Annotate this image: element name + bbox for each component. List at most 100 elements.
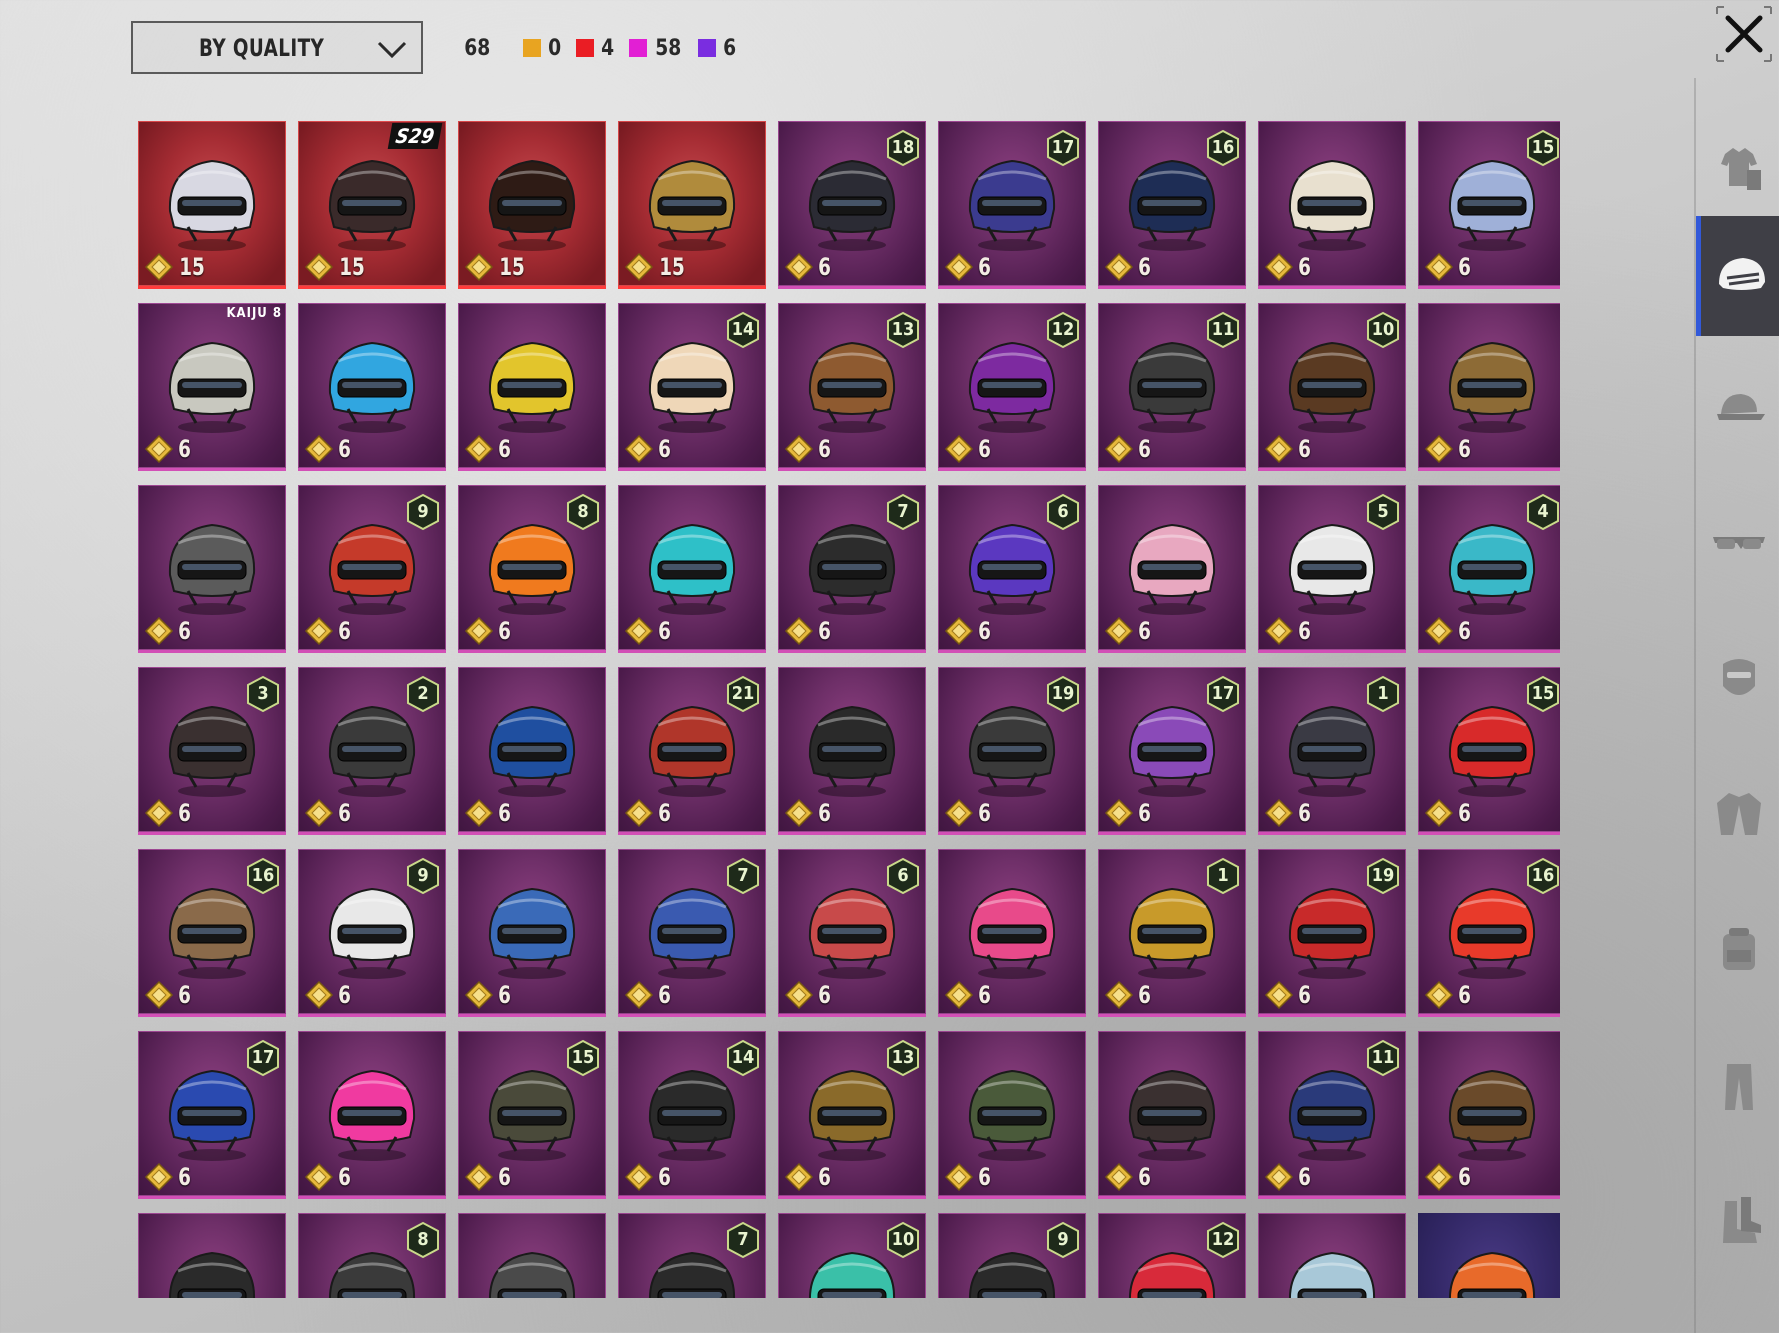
helmet-item-tile[interactable]: 16	[1098, 849, 1246, 1017]
item-price: 6	[1104, 434, 1152, 464]
helmet-item-tile[interactable]	[1418, 1213, 1560, 1298]
helmet-item-tile[interactable]: 14 6	[618, 1031, 766, 1199]
currency-icon	[304, 798, 334, 828]
category-tab-hat[interactable]	[1696, 348, 1779, 468]
helmet-item-tile[interactable]: 10	[778, 1213, 926, 1298]
hat-icon	[1716, 394, 1765, 420]
helmet-item-tile[interactable]: 15 6	[458, 1031, 606, 1199]
close-icon[interactable]	[1714, 4, 1774, 64]
helmet-item-tile[interactable]: 11 6	[1098, 303, 1246, 471]
helmet-item-tile[interactable]: 7	[618, 1213, 766, 1298]
helmet-item-tile[interactable]: 6	[778, 667, 926, 835]
helmet-item-tile[interactable]: 8	[298, 1213, 446, 1298]
currency-icon	[1424, 1162, 1454, 1192]
helmet-item-tile[interactable]: 76	[778, 485, 926, 653]
helmet-item-tile[interactable]: 13 6	[778, 303, 926, 471]
helmet-item-tile[interactable]	[458, 1213, 606, 1298]
category-tab-outfit[interactable]	[1696, 108, 1779, 228]
helmet-item-tile[interactable]: 96	[298, 849, 446, 1017]
item-price: 6	[304, 434, 352, 464]
helmet-item-tile[interactable]: 14 6	[618, 303, 766, 471]
helmet-item-tile[interactable]: S29 15	[298, 121, 446, 289]
helmet-item-tile[interactable]: KAIJU 8 6	[138, 303, 286, 471]
helmet-item-tile[interactable]	[1258, 1213, 1406, 1298]
item-price: 6	[1104, 980, 1152, 1010]
helmet-item-tile[interactable]: 6	[938, 1031, 1086, 1199]
level-badge: 16	[1204, 129, 1242, 167]
helmet-item-tile[interactable]: 6	[458, 849, 606, 1017]
currency-icon	[1264, 798, 1294, 828]
item-price: 6	[1424, 616, 1472, 646]
helmet-item-tile[interactable]: 6	[458, 667, 606, 835]
currency-icon	[304, 434, 334, 464]
helmet-item-tile[interactable]: 26	[298, 667, 446, 835]
helmet-item-tile[interactable]: 96	[298, 485, 446, 653]
item-price: 6	[304, 616, 352, 646]
helmet-item-tile[interactable]: 15 6	[1418, 667, 1560, 835]
helmet-item-tile[interactable]: 21 6	[618, 667, 766, 835]
helmet-item-tile[interactable]: 6	[1418, 1031, 1560, 1199]
helmet-item-tile[interactable]: 17 6	[1098, 667, 1246, 835]
helmet-item-tile[interactable]: 6	[298, 1031, 446, 1199]
helmet-item-tile[interactable]	[138, 1213, 286, 1298]
helmet-item-tile[interactable]: 11 6	[1258, 1031, 1406, 1199]
price-value: 6	[818, 799, 831, 827]
helmet-item-tile[interactable]: 15	[618, 121, 766, 289]
helmet-item-tile[interactable]: 56	[1258, 485, 1406, 653]
helmet-item-tile[interactable]: 66	[938, 485, 1086, 653]
category-tab-shoes[interactable]	[1696, 1161, 1779, 1281]
helmet-item-tile[interactable]: 76	[618, 849, 766, 1017]
helmet-item-tile[interactable]: 17 6	[138, 1031, 286, 1199]
price-value: 6	[658, 981, 671, 1009]
currency-icon	[304, 1162, 334, 1192]
level-number: 21	[731, 683, 755, 704]
price-value: 6	[1298, 1163, 1311, 1191]
level-badge: 17	[1044, 129, 1082, 167]
helmet-item-tile[interactable]: 15	[138, 121, 286, 289]
category-tab-glasses[interactable]	[1696, 483, 1779, 603]
helmet-item-tile[interactable]: 6	[298, 303, 446, 471]
helmet-item-tile[interactable]: 66	[778, 849, 926, 1017]
helmet-item-tile[interactable]: 10 6	[1258, 303, 1406, 471]
helmet-item-tile[interactable]: 6	[138, 485, 286, 653]
item-price: 6	[784, 252, 832, 282]
helmet-item-tile[interactable]: 6	[618, 485, 766, 653]
level-badge: 15	[564, 1039, 602, 1077]
helmet-item-tile[interactable]: 6	[1418, 303, 1560, 471]
mask-icon	[1722, 659, 1755, 695]
helmet-item-tile[interactable]: 6	[1098, 485, 1246, 653]
sort-dropdown[interactable]: BY QUALITY	[131, 21, 423, 74]
helmet-item-tile[interactable]: 6	[458, 303, 606, 471]
helmet-item-tile[interactable]: 15	[458, 121, 606, 289]
helmet-item-tile[interactable]: 36	[138, 667, 286, 835]
helmet-item-tile[interactable]: 16 6	[138, 849, 286, 1017]
helmet-item-tile[interactable]: 16 6	[1418, 849, 1560, 1017]
helmet-item-tile[interactable]: 46	[1418, 485, 1560, 653]
helmet-item-tile[interactable]: 13 6	[778, 1031, 926, 1199]
helmet-item-tile[interactable]: 12 6	[938, 303, 1086, 471]
helmet-item-tile[interactable]: 19 6	[1258, 849, 1406, 1017]
helmet-item-tile[interactable]: 19 6	[938, 667, 1086, 835]
level-number: 1	[1217, 865, 1229, 886]
helmet-item-tile[interactable]: 17 6	[938, 121, 1086, 289]
helmet-item-tile[interactable]: 9	[938, 1213, 1086, 1298]
helmet-item-tile[interactable]: 18 6	[778, 121, 926, 289]
helmet-icon	[168, 159, 256, 251]
helmet-item-tile[interactable]: 15 6	[1418, 121, 1560, 289]
helmet-icon	[488, 341, 576, 433]
helmet-item-tile[interactable]: 86	[458, 485, 606, 653]
helmet-item-tile[interactable]: 16	[1258, 667, 1406, 835]
helmet-item-tile[interactable]: 6	[938, 849, 1086, 1017]
category-tab-jacket[interactable]	[1696, 753, 1779, 873]
category-tab-pants[interactable]	[1696, 1026, 1779, 1146]
item-price: 6	[304, 1162, 352, 1192]
helmet-item-tile[interactable]: 6	[1258, 121, 1406, 289]
helmet-item-tile[interactable]: 16 6	[1098, 121, 1246, 289]
category-tab-backpack[interactable]	[1696, 888, 1779, 1008]
item-grid[interactable]: 15 S29 15 15 15 18 6 17 6 16 6 6 15 6 KAIJU 8 6 6 6 14 6 13 6…	[130, 113, 1560, 1298]
helmet-item-tile[interactable]: 12	[1098, 1213, 1246, 1298]
level-number: 7	[897, 501, 909, 522]
helmet-item-tile[interactable]: 6	[1098, 1031, 1246, 1199]
category-tab-mask[interactable]	[1696, 618, 1779, 738]
category-tab-helmet[interactable]	[1696, 216, 1779, 336]
